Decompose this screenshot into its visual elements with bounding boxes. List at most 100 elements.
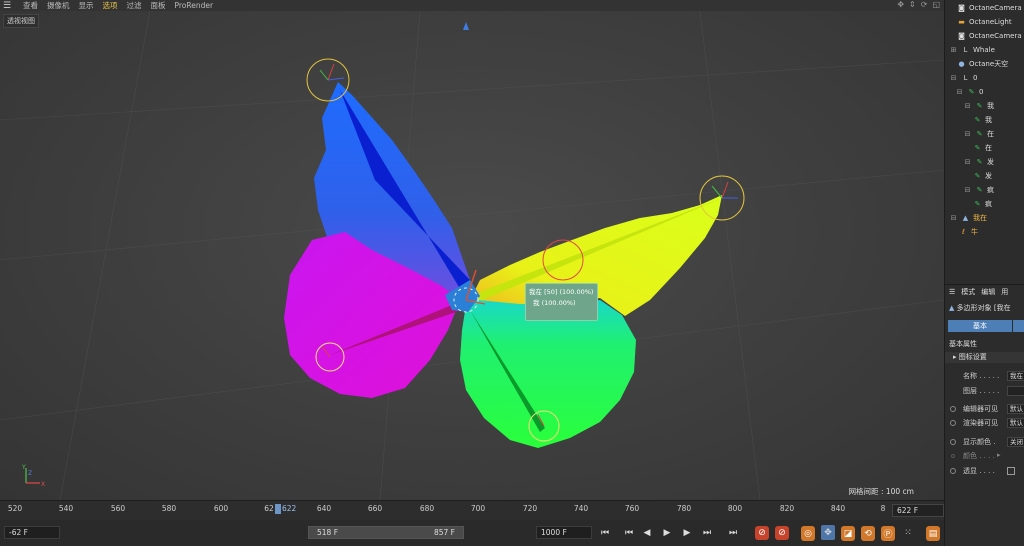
menu-view[interactable]: 查看 [23,0,38,11]
name-field[interactable]: 我在 [1007,371,1024,381]
timeline-ruler[interactable]: 520 540 560 580 600 62 640 660 680 700 7… [0,500,944,521]
menu-panel[interactable]: 面板 [151,0,166,11]
render-visible-row: 渲染器可见 默认 [945,418,1024,430]
menu-filter[interactable]: 过滤 [127,0,142,11]
object-row[interactable]: ⊟ ✎ 疯 [945,183,1024,196]
keyframe-selection-icon[interactable]: ◎ [801,526,815,541]
playhead-frame-label: 622 [282,504,297,513]
timeline-window-icon[interactable]: ▤ [926,526,940,541]
animate-radio[interactable] [950,439,956,445]
attr-tab-user[interactable]: 用 [1001,287,1008,297]
transparent-checkbox[interactable] [1007,467,1015,475]
object-row[interactable]: ✎ 发 [945,169,1024,182]
menu-cameras[interactable]: 摄像机 [47,0,70,11]
step-forward-icon[interactable]: ▶ [680,525,694,540]
animate-radio[interactable] [951,454,955,458]
animate-radio[interactable] [950,420,956,426]
viewport-menubar: ☰ 查看 摄像机 显示 选项 过滤 面板 ProRender ✥ ⇕ ⟳ ◱ [0,0,944,11]
menu-icon[interactable]: ☰ [0,1,14,11]
animate-radio[interactable] [950,406,956,412]
viewport-label: 透视视图 [3,14,39,28]
timeline-tick: 560 [110,504,126,513]
object-row[interactable]: ✎ 疯 [945,197,1024,210]
step-back-icon[interactable]: ◀ [640,525,654,540]
play-icon[interactable]: ▶ [660,525,674,540]
object-label: 在 [987,129,994,138]
menu-display[interactable]: 显示 [79,0,94,11]
icon-settings-group[interactable]: ▸ 图标设置 [945,352,1024,363]
collapse-icon[interactable]: ⊟ [963,101,972,110]
attr-menu-icon[interactable]: ☰ [949,288,955,296]
object-label: 我在 [973,213,987,222]
scale-key-icon[interactable]: ◪ [841,526,855,541]
attr-tab-mode[interactable]: 模式 [961,287,975,297]
object-row[interactable]: ⊟ ✎ 0 [945,85,1024,98]
chevron-right-icon[interactable]: ▸ [997,451,1001,459]
preview-range-slider[interactable]: 518 F 857 F [308,526,464,539]
bone-icon: ✎ [968,87,975,96]
object-row[interactable]: ⊟ ✎ 在 [945,127,1024,140]
color-row: 颜色 . . . . ▸ [945,451,1024,463]
start-frame-field[interactable]: -62 F [4,526,60,539]
attr-tab-edit[interactable]: 编辑 [981,287,995,297]
collapse-icon[interactable]: ⊟ [963,129,972,138]
position-key-icon[interactable]: ✥ [821,525,835,540]
render-visible-select[interactable]: 默认 [1007,418,1024,428]
end-frame-field[interactable]: 1000 F [536,526,592,539]
object-label: 在 [985,143,992,152]
object-row[interactable]: ⊟ ✎ 发 [945,155,1024,168]
scene-canvas [0,11,944,500]
record-key-icon[interactable]: ⊘ [755,526,769,540]
auto-key-icon[interactable]: ⊘ [775,526,789,540]
collapse-icon[interactable]: ⊟ [955,87,964,96]
object-row[interactable]: ● Octane天空 [945,57,1024,70]
go-to-end-icon[interactable]: ⏭ [726,525,740,540]
parameter-key-icon[interactable]: Ⓟ [881,526,895,541]
perspective-viewport[interactable]: 透视视图 我在 [50] (100.00%) 我 (100.00%) Y Z X… [0,11,944,500]
editor-visible-row: 编辑器可见 默认 [945,404,1024,416]
editor-visible-select[interactable]: 默认 [1007,404,1024,414]
object-row[interactable]: ⊟ ✎ 我 [945,99,1024,112]
expand-icon[interactable]: ⊞ [949,45,958,54]
bone-icon: ✎ [976,185,983,194]
animate-radio[interactable] [950,468,956,474]
layer-field[interactable] [1007,386,1024,396]
tab-basic[interactable]: 基本 [948,320,1012,332]
timeline-tick: 640 [316,504,332,513]
point-level-icon[interactable]: ⁙ [901,525,915,540]
object-row[interactable]: ✎ 在 [945,141,1024,154]
current-frame-field[interactable]: 622 F [892,504,944,517]
go-to-start-icon[interactable]: ⏮ [598,525,612,540]
next-key-icon[interactable]: ⏭ [700,525,714,540]
object-row-selected[interactable]: ⊟ ▲ 我在 [945,211,1024,224]
timeline-playhead[interactable] [275,504,281,514]
collapse-icon[interactable]: ⊟ [963,185,972,194]
object-row[interactable]: ▬ OctaneLight [945,15,1024,28]
display-color-select[interactable]: 关闭 [1007,437,1024,447]
object-row[interactable]: ◙ OctaneCamera [945,1,1024,14]
bone-icon: ✎ [976,157,983,166]
object-row[interactable]: ℓ牛 [945,225,1024,238]
rotate-view-icon[interactable]: ⟳ [921,0,928,9]
object-label: 0 [979,87,984,96]
object-row[interactable]: ⊞ L Whale [945,43,1024,56]
previous-key-icon[interactable]: ⏮ [622,525,636,540]
zoom-view-icon[interactable]: ⇕ [909,0,916,9]
maximize-view-icon[interactable]: ◱ [932,0,940,9]
tab-coordinates[interactable] [1013,320,1024,332]
object-label: 发 [985,171,992,180]
object-label: 疯 [985,199,992,208]
color-label: 颜色 . . . . [963,452,995,460]
collapse-icon[interactable]: ⊟ [963,157,972,166]
menu-options[interactable]: 选项 [103,0,118,11]
right-panel: ◙ OctaneCamera ▬ OctaneLight ◙ OctaneCamera… [944,0,1024,546]
menu-prorender[interactable]: ProRender [175,1,214,10]
object-row[interactable]: ⊟ L 0 [945,71,1024,84]
move-view-icon[interactable]: ✥ [897,0,904,9]
collapse-icon[interactable]: ⊟ [949,73,958,82]
rotation-key-icon[interactable]: ⟲ [861,526,875,541]
object-row[interactable]: ✎ 我 [945,113,1024,126]
icon-settings-label: 图标设置 [958,353,987,361]
object-row[interactable]: ◙ OctaneCamera [945,29,1024,42]
collapse-icon[interactable]: ⊟ [949,213,958,222]
